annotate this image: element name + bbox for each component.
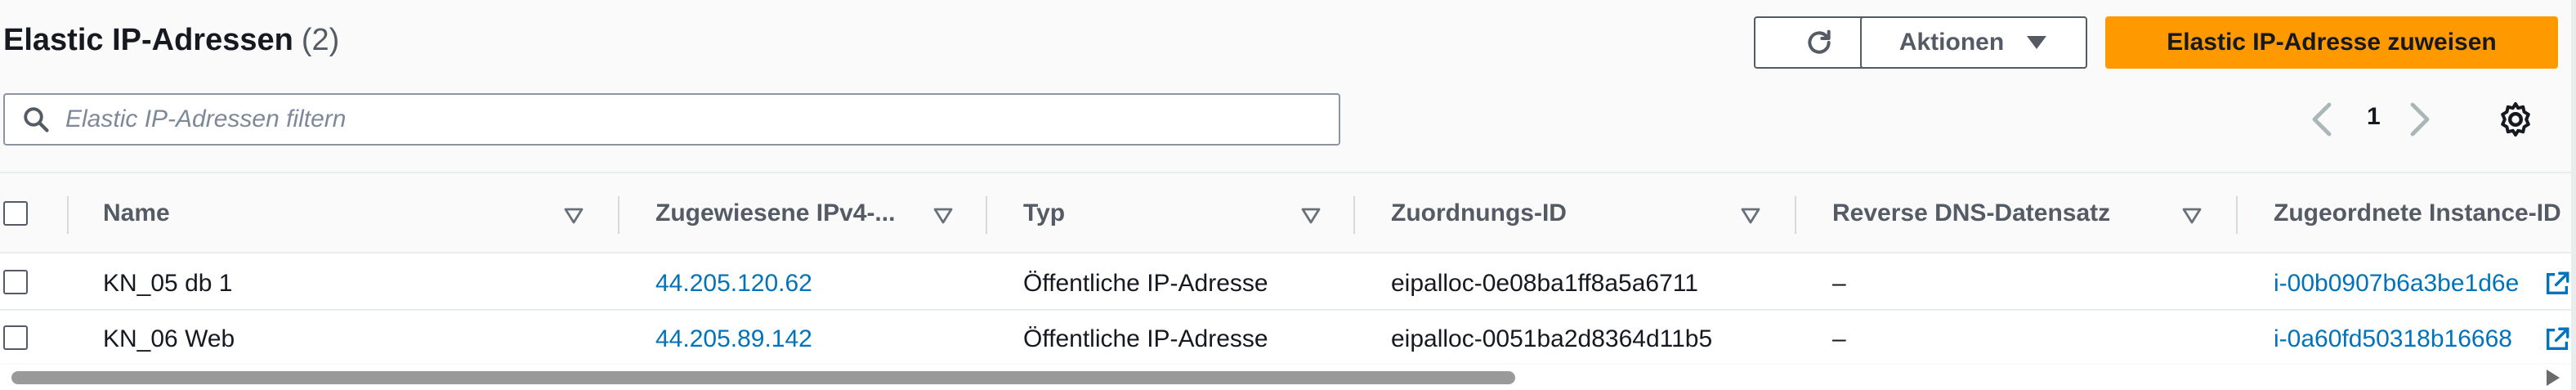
actions-dropdown-button[interactable]: Aktionen	[1860, 16, 2087, 69]
refresh-icon	[1808, 29, 1831, 54]
horizontal-scrollbar[interactable]	[0, 365, 2576, 390]
caret-down-icon	[2027, 36, 2047, 49]
select-all-checkbox[interactable]	[3, 201, 28, 226]
column-divider	[1795, 196, 1796, 234]
table-row[interactable]: KN_05 db 1 44.205.120.62 Öffentliche IP-…	[0, 255, 2576, 311]
cell-instance-id-link[interactable]: i-0a60fd50318b16668	[2274, 325, 2512, 353]
filter-search-box[interactable]	[3, 93, 1340, 146]
elastic-ip-page: Elastic IP-Adressen (2) Aktionen Elastic …	[0, 0, 2576, 390]
cell-allocation-id: eipalloc-0051ba2d8364d11b5	[1391, 325, 1713, 352]
row-checkbox[interactable]	[3, 325, 28, 350]
table-row[interactable]: KN_06 Web 44.205.89.142 Öffentliche IP-A…	[0, 311, 2576, 363]
sort-icon[interactable]	[1741, 208, 1760, 224]
chevron-right-icon[interactable]	[2403, 101, 2435, 137]
sort-icon[interactable]	[933, 208, 953, 224]
column-header-reverse-dns[interactable]: Reverse DNS-Datensatz	[1832, 199, 2110, 227]
cell-reverse-dns: –	[1832, 325, 1846, 352]
sort-icon[interactable]	[2182, 208, 2202, 224]
column-divider	[1353, 196, 1355, 234]
gear-icon[interactable]	[2496, 100, 2535, 139]
row-checkbox[interactable]	[3, 270, 28, 294]
allocate-label: Elastic IP-Adresse zuweisen	[2167, 29, 2497, 56]
column-divider	[986, 196, 987, 234]
external-link-icon[interactable]	[2543, 270, 2571, 298]
column-divider	[618, 196, 619, 234]
sort-icon[interactable]	[1301, 208, 1321, 224]
cell-reverse-dns: –	[1832, 270, 1846, 297]
cell-name: KN_06 Web	[103, 325, 235, 352]
cell-name: KN_05 db 1	[103, 270, 233, 297]
actions-label: Aktionen	[1898, 29, 2005, 56]
cell-ipv4-link[interactable]: 44.205.89.142	[655, 325, 812, 353]
scrollbar-thumb[interactable]	[11, 371, 1515, 384]
search-icon	[24, 107, 49, 132]
filter-input[interactable]	[65, 105, 1339, 133]
cell-type: Öffentliche IP-Adresse	[1023, 270, 1268, 297]
elastic-ip-table: Name Zugewiesene IPv4-... Typ Zuordnungs…	[0, 172, 2576, 363]
column-divider	[2236, 196, 2238, 234]
scroll-right-arrow-icon[interactable]	[2547, 370, 2560, 386]
column-header-allocation-id[interactable]: Zuordnungs-ID	[1391, 199, 1567, 227]
allocate-elastic-ip-button[interactable]: Elastic IP-Adresse zuweisen	[2105, 16, 2558, 69]
column-header-name[interactable]: Name	[103, 199, 170, 227]
page-title-text: Elastic IP-Adressen	[3, 23, 293, 57]
chevron-left-icon[interactable]	[2306, 101, 2339, 137]
vertical-scrollbar-track[interactable]	[2571, 0, 2576, 390]
cell-instance-id-link[interactable]: i-00b0907b6a3be1d6e	[2274, 270, 2519, 298]
item-count: (2)	[301, 23, 340, 57]
cell-type: Öffentliche IP-Adresse	[1023, 325, 1268, 352]
column-header-instance-id[interactable]: Zugeordnete Instance-ID	[2274, 199, 2561, 227]
sort-icon[interactable]	[564, 208, 584, 224]
column-header-ipv4[interactable]: Zugewiesene IPv4-...	[655, 199, 895, 227]
external-link-icon[interactable]	[2543, 325, 2571, 353]
cell-ipv4-link[interactable]: 44.205.120.62	[655, 270, 812, 298]
table-header-row: Name Zugewiesene IPv4-... Typ Zuordnungs…	[0, 173, 2576, 253]
column-header-type[interactable]: Typ	[1023, 199, 1065, 227]
cell-allocation-id: eipalloc-0e08ba1ff8a5a6711	[1391, 270, 1698, 297]
page-title: Elastic IP-Adressen (2)	[3, 23, 339, 58]
current-page-number[interactable]: 1	[2367, 103, 2381, 131]
column-divider	[67, 196, 69, 234]
